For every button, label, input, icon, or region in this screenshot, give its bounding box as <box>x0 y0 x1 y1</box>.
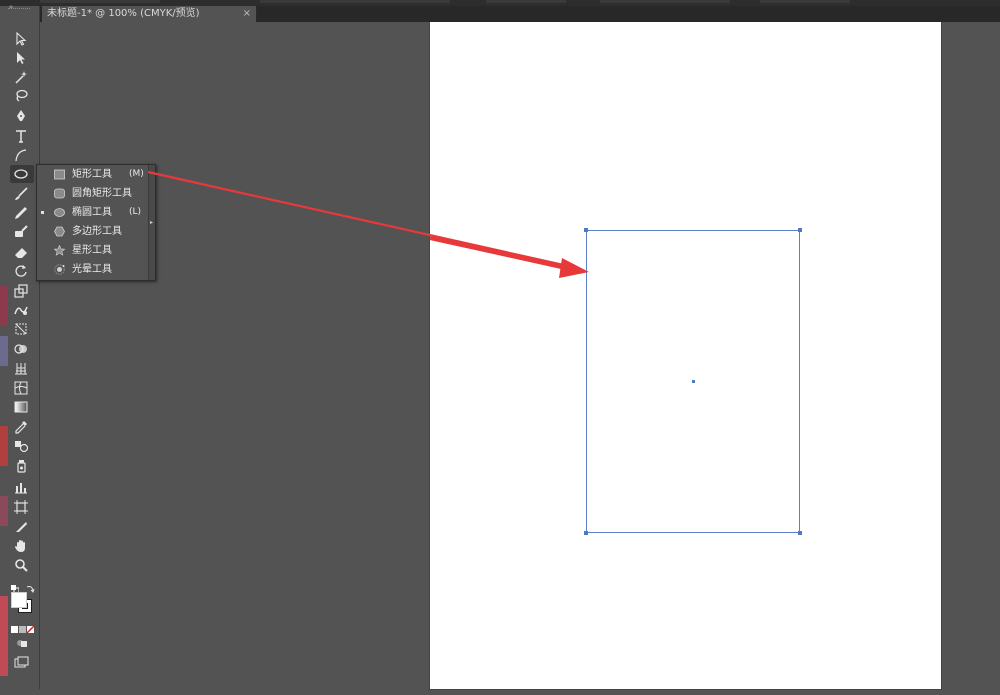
screen-mode-icon[interactable] <box>14 653 30 668</box>
ellipse-tool[interactable] <box>10 165 34 183</box>
pen-tool[interactable] <box>10 107 34 125</box>
background-edge-strip <box>0 276 8 695</box>
flyout-item-flare-tool[interactable]: 光晕工具 <box>37 260 148 279</box>
blob-brush-tool[interactable] <box>10 223 34 241</box>
free-transform-tool-icon <box>15 323 27 335</box>
free-transform-tool[interactable] <box>10 320 34 338</box>
rotate-tool-icon <box>15 265 27 277</box>
flyout-item-ellipse-tool[interactable]: 椭圆工具 (L) <box>37 203 148 222</box>
ellipse-tool-icon <box>14 169 28 179</box>
warp-tool-icon <box>14 306 28 315</box>
lasso-tool-icon <box>16 89 28 102</box>
zoom-tool-icon <box>15 559 28 572</box>
document-tab[interactable]: 未标题-1* @ 100% (CMYK/预览) × <box>42 6 257 22</box>
perspective-grid-tool[interactable] <box>10 359 34 377</box>
direct-selection-tool[interactable] <box>10 49 34 67</box>
paintbrush-tool-icon <box>15 187 28 200</box>
eyedropper-tool-icon <box>15 421 27 434</box>
column-graph-tool[interactable] <box>10 478 34 496</box>
close-icon[interactable]: × <box>243 6 251 22</box>
shape-builder-tool[interactable] <box>10 340 34 358</box>
document-tab-title: 未标题-1* @ 100% (CMYK/预览) <box>47 8 200 19</box>
flyout-item-label: 椭圆工具 <box>72 207 112 218</box>
symbol-sprayer-tool-icon <box>17 460 26 473</box>
paintbrush-tool[interactable] <box>10 185 34 203</box>
scale-tool-icon <box>14 284 28 298</box>
mesh-tool[interactable] <box>10 379 34 397</box>
gradient-tool-icon <box>14 401 28 413</box>
flyout-item-polygon-tool[interactable]: 多边形工具 <box>37 222 148 241</box>
swap-fill-stroke-icon[interactable] <box>26 578 35 593</box>
mesh-tool-icon <box>14 381 28 395</box>
lasso-tool[interactable] <box>10 87 34 105</box>
eraser-tool-icon <box>15 248 27 258</box>
panel-grip[interactable] <box>8 8 30 12</box>
type-tool-icon <box>16 130 26 143</box>
color-mode-icons[interactable] <box>11 619 35 634</box>
star-icon <box>54 245 65 256</box>
artboard-tool-icon <box>14 500 28 514</box>
shape-tools-flyout: 矩形工具 (M) 圆角矩形工具 椭圆工具 (L) 多边形工具 星形工具 光晕工具… <box>36 164 156 281</box>
default-fill-stroke-icon[interactable] <box>11 578 20 594</box>
selected-indicator <box>41 211 44 214</box>
hand-tool[interactable] <box>10 537 34 555</box>
selection-handle-top-right[interactable] <box>798 228 802 232</box>
flyout-item-label: 光晕工具 <box>72 264 112 275</box>
selection-tool[interactable] <box>10 30 34 48</box>
flyout-item-label: 多边形工具 <box>72 226 122 237</box>
selection-handle-bottom-right[interactable] <box>798 531 802 535</box>
selection-handle-top-left[interactable] <box>584 228 588 232</box>
blend-tool-icon <box>15 441 29 453</box>
rectangle-icon <box>54 169 65 180</box>
zoom-tool[interactable] <box>10 556 34 574</box>
artboard-tool[interactable] <box>10 498 34 516</box>
line-segment-tool-icon <box>15 149 27 162</box>
rotate-tool[interactable] <box>10 262 34 280</box>
type-tool[interactable] <box>10 127 34 145</box>
flyout-item-label: 圆角矩形工具 <box>72 188 132 199</box>
flyout-item-shortcut: (M) <box>129 169 144 179</box>
symbol-sprayer-tool[interactable] <box>10 457 34 475</box>
flare-icon <box>54 264 65 275</box>
eyedropper-tool[interactable] <box>10 418 34 436</box>
flyout-item-shortcut: (L) <box>129 207 142 217</box>
magic-wand-tool[interactable] <box>10 68 34 86</box>
slice-tool-icon <box>16 522 27 532</box>
flyout-item-rectangle-tool[interactable]: 矩形工具 (M) <box>37 165 148 184</box>
direct-selection-tool-icon <box>17 52 25 64</box>
warp-tool[interactable] <box>10 301 34 319</box>
selection-tool-icon <box>16 31 27 46</box>
flyout-item-star-tool[interactable]: 星形工具 <box>37 241 148 260</box>
tearoff-arrow-icon: ▸ <box>150 219 154 226</box>
column-graph-tool-icon <box>15 483 27 494</box>
pencil-tool-icon <box>15 207 27 219</box>
blob-brush-tool-icon <box>15 225 28 237</box>
fill-color-swatch[interactable] <box>11 592 27 608</box>
flyout-item-label: 星形工具 <box>72 245 112 256</box>
selection-center-point <box>692 380 695 383</box>
hand-tool-icon <box>15 540 25 552</box>
blend-tool[interactable] <box>10 437 34 455</box>
slice-tool[interactable] <box>10 518 34 536</box>
flyout-item-rounded-rectangle-tool[interactable]: 圆角矩形工具 <box>37 184 148 203</box>
shape-builder-tool-icon <box>14 344 27 354</box>
polygon-icon <box>54 226 65 237</box>
scale-tool[interactable] <box>10 282 34 300</box>
pencil-tool[interactable] <box>10 204 34 222</box>
rounded-rectangle-icon <box>54 188 65 199</box>
line-segment-tool[interactable] <box>10 146 34 164</box>
gradient-tool[interactable] <box>10 398 34 416</box>
flyout-item-label: 矩形工具 <box>72 169 112 180</box>
ellipse-icon <box>54 208 65 217</box>
flyout-tearoff-bar[interactable]: ▸ <box>148 165 155 280</box>
drawing-mode-icon[interactable] <box>15 634 29 647</box>
document-tab-bar: 未标题-1* @ 100% (CMYK/预览) × <box>40 6 1000 22</box>
perspective-grid-tool-icon <box>15 363 27 375</box>
eraser-tool[interactable] <box>10 243 34 261</box>
selection-handle-bottom-left[interactable] <box>584 531 588 535</box>
magic-wand-tool-icon <box>15 71 27 84</box>
pen-tool-icon <box>17 110 25 121</box>
